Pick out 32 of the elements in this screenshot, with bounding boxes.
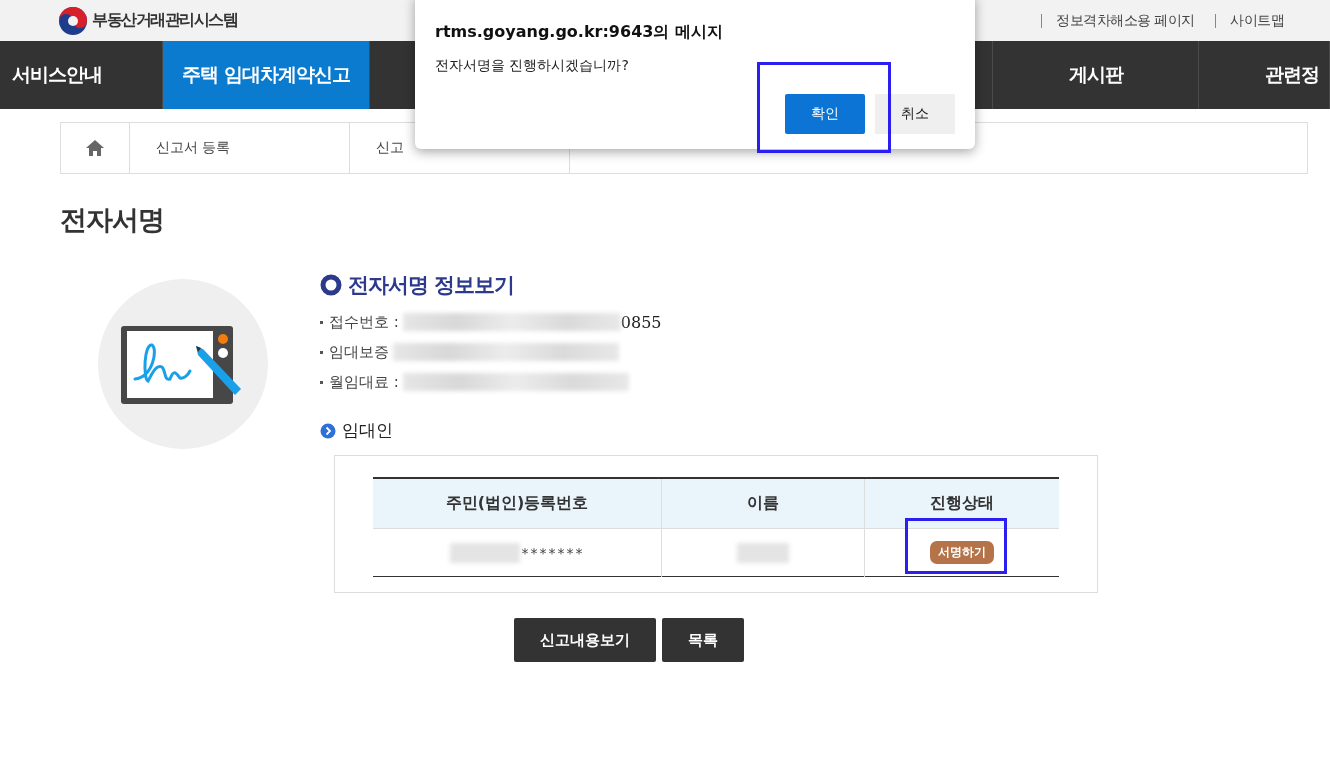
column-header: 주민(법인)등록번호 (373, 478, 662, 529)
info-label: 월임대료 : (329, 372, 399, 392)
nav-tab[interactable]: 주택 임대차계약신고 (163, 41, 370, 109)
emblem-icon (58, 5, 88, 36)
nav-tab[interactable]: 게시판 (993, 41, 1199, 109)
breadcrumb-item[interactable]: 신고서 등록 (130, 123, 350, 173)
confirm-button[interactable]: 확인 (785, 94, 865, 134)
utility-link[interactable]: 사이트맵 (1230, 11, 1284, 30)
table-cell: ******* (521, 544, 585, 561)
page-title: 전자서명 (60, 203, 165, 237)
utility-link[interactable]: 정보격차해소용 페이지 (1056, 11, 1195, 30)
column-header: 이름 (661, 478, 865, 529)
info-label: 접수번호 : (329, 312, 399, 332)
section-heading: 전자서명 정보보기 (348, 272, 515, 299)
ring-icon (320, 274, 342, 296)
sign-button[interactable]: 서명하기 (930, 541, 994, 564)
arrow-circle-icon (320, 422, 336, 439)
subsection-heading: 임대인 (342, 419, 393, 442)
site-logo-text[interactable]: 부동산거래관리시스템 (92, 10, 237, 31)
dialog-title: rtms.goyang.go.kr:9643의 메시지 (435, 22, 724, 43)
info-label: 임대보증 (329, 342, 389, 362)
info-value: 0855 (620, 312, 662, 332)
signature-tablet-icon (98, 279, 268, 449)
redacted-text (449, 542, 520, 563)
dialog-message: 전자서명을 진행하시겠습니까? (435, 57, 630, 75)
nav-tab[interactable]: 관련정 (1199, 41, 1330, 109)
redacted-text (737, 542, 789, 563)
home-icon[interactable] (85, 139, 105, 157)
column-header: 진행상태 (864, 478, 1059, 529)
action-button[interactable]: 목록 (662, 618, 744, 662)
cancel-button[interactable]: 취소 (875, 94, 955, 134)
action-button[interactable]: 신고내용보기 (514, 618, 656, 662)
